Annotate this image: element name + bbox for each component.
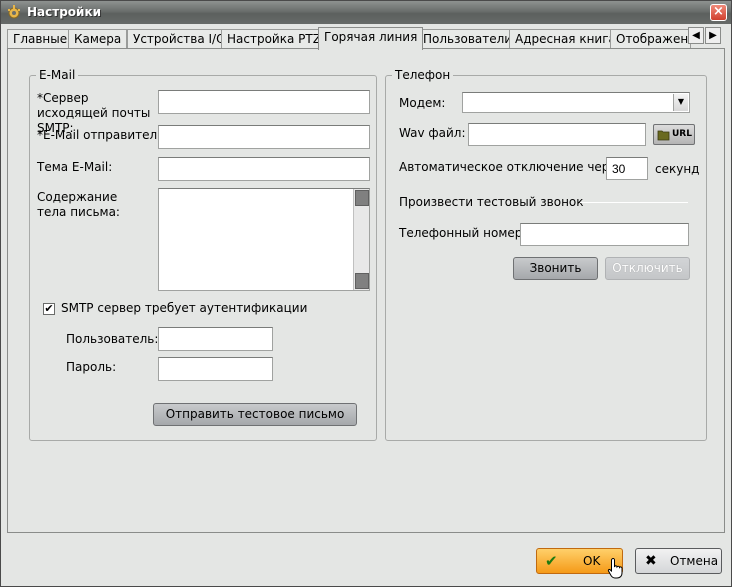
tab-camera[interactable]: Камера [68,29,128,49]
tab-scroll-left-button[interactable]: ◀ [688,27,704,44]
tab-ptz-settings[interactable]: Настройка PTZ [221,29,327,49]
arrow-right-icon: ▶ [709,30,717,41]
test-call-header: Произвести тестовый звонок [399,195,584,209]
hand-cursor-icon [607,558,623,579]
email-body-label: Содержание тела письма: [37,190,120,219]
smtp-auth-checkbox[interactable]: ✔ [43,303,55,315]
folder-icon [657,130,670,141]
disconnect-button[interactable]: Отключить [605,257,690,280]
url-label: URL [672,129,692,139]
email-sender-input[interactable] [158,125,370,149]
checkmark-icon: ✔ [545,552,558,570]
settings-window: Настройки × Главные Камера Устройства I/… [0,0,732,587]
scroll-down-button[interactable] [355,273,369,289]
email-subject-label: Тема E-Mail: [37,160,113,174]
window-title: Настройки [27,5,102,19]
auto-disconnect-seconds-input[interactable] [606,157,648,180]
email-body-textarea[interactable] [158,188,370,291]
send-test-email-button[interactable]: Отправить тестовое письмо [153,403,357,426]
phone-number-label: Телефонный номер: [399,226,527,240]
auto-disconnect-label: Автоматическое отключение через [399,160,624,174]
wav-url-button[interactable]: URL [653,124,695,145]
close-button[interactable]: × [710,4,727,21]
close-icon: × [713,4,724,19]
tab-address-book[interactable]: Адресная книга [509,29,622,49]
ok-label: OK [583,554,601,568]
title-bar[interactable]: Настройки × [1,1,731,24]
ok-button[interactable]: ✔ OK [536,548,623,579]
test-call-divider [580,202,688,203]
tab-users[interactable]: Пользователи [417,29,519,49]
email-subject-input[interactable] [158,157,370,181]
wav-file-label: Wav файл: [399,126,466,140]
settings-gear-icon [8,5,20,19]
email-group-legend: E-Mail [36,68,79,82]
auth-user-input[interactable] [158,327,273,351]
chevron-down-icon[interactable]: ▼ [673,94,688,111]
checkmark-icon: ✔ [44,302,54,315]
auth-password-input[interactable] [158,357,273,381]
call-button[interactable]: Звонить [513,257,598,280]
tab-hotline[interactable]: Горячая линия [318,27,424,50]
tab-display[interactable]: Отображен [610,29,691,49]
wav-file-input[interactable] [468,123,646,146]
smtp-auth-label: SMTP сервер требует аутентификации [61,301,308,315]
seconds-unit-label: секунд [655,162,700,176]
tab-strip: Главные Камера Устройства I/O Настройка … [7,27,707,50]
scroll-up-button[interactable] [355,190,369,206]
phone-number-input[interactable] [520,223,689,246]
cancel-label: Отмена [670,554,719,568]
tab-general[interactable]: Главные [7,29,74,49]
tab-scroll-right-button[interactable]: ▶ [705,27,721,44]
tab-io-devices[interactable]: Устройства I/O [127,29,232,49]
smtp-server-input[interactable] [158,90,370,114]
modem-label: Модем: [399,96,446,110]
hotline-tab-panel: E-Mail *Сервер исходящей почты SMTP: *E-… [7,48,725,533]
modem-select[interactable]: ▼ [462,92,690,113]
email-body-scrollbar[interactable] [353,189,369,290]
arrow-left-icon: ◀ [692,30,700,41]
close-icon: ✖ [645,553,657,569]
auth-password-label: Пароль: [66,360,117,374]
email-sender-label: *E-Mail отправитель: [37,128,169,142]
cancel-button[interactable]: ✖ Отмена [635,548,722,574]
phone-group-legend: Телефон [392,68,454,82]
auth-user-label: Пользователь: [66,332,159,346]
